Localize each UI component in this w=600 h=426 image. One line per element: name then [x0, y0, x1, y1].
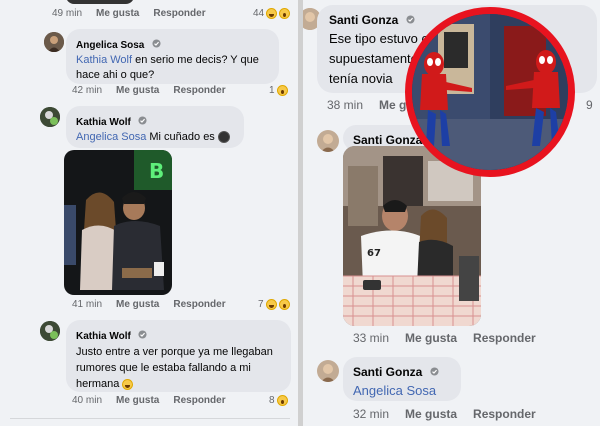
reply-button[interactable]: Responder: [153, 8, 205, 19]
spiderman-pointing-illustration: [412, 14, 568, 170]
comment-meta: 32 min Me gusta Responder: [353, 407, 536, 421]
comment-photo[interactable]: 67: [343, 146, 481, 326]
laugh-reaction-icon: [266, 8, 278, 19]
previous-comment-meta: 49 min Me gusta Responder: [52, 8, 206, 19]
verified-badge-icon: [430, 367, 439, 376]
comment-meta: 33 min Me gusta Responder: [353, 331, 536, 345]
mention-link[interactable]: Angelica Sosa: [353, 381, 451, 401]
like-button[interactable]: Me gusta: [116, 85, 159, 96]
svg-text:B: B: [149, 159, 164, 183]
like-button[interactable]: Me gusta: [116, 299, 159, 310]
left-comment-thread: 49 min Me gusta Responder 44 Angelica So…: [0, 0, 298, 426]
comment-time: 49 min: [52, 8, 83, 19]
grin-emoji-icon: [122, 378, 134, 390]
avatar[interactable]: [44, 32, 64, 52]
avatar[interactable]: [40, 107, 60, 127]
mention-link[interactable]: Angelica Sosa: [76, 131, 146, 143]
laugh-reaction-icon: [265, 299, 277, 310]
like-button[interactable]: Me gusta: [405, 407, 457, 421]
comment-author[interactable]: Angelica Sosa: [76, 40, 144, 51]
comment-time: 33 min: [353, 331, 390, 345]
comment-time: 41 min: [72, 299, 103, 310]
comment-author[interactable]: Santi Gonza: [353, 133, 422, 147]
avatar[interactable]: [317, 130, 339, 152]
comment-text: Kathia Wolf en serio me decis? Y que hac…: [76, 54, 259, 81]
previous-comment-image-sliver: [66, 0, 134, 4]
comment-author[interactable]: Kathia Wolf: [76, 331, 131, 342]
comment-time: 38 min: [327, 98, 364, 112]
verified-badge-icon: [152, 39, 161, 48]
comment-meta: 42 min Me gusta Responder: [72, 85, 226, 96]
profile-photo: [40, 107, 60, 127]
comment-time: 40 min: [72, 395, 103, 406]
avatar[interactable]: [40, 321, 60, 341]
like-button[interactable]: Me gusta: [96, 8, 139, 19]
verified-badge-icon: [138, 330, 147, 339]
party-photo: B: [64, 150, 172, 295]
cool-emoji-icon: [217, 131, 230, 144]
comment-text: Angelica Sosa Mi cuñado es: [76, 130, 234, 145]
profile-photo: [40, 321, 60, 341]
reply-button[interactable]: Responder: [173, 85, 225, 96]
comment-bubble: Kathia Wolf Angelica Sosa Mi cuñado es: [66, 106, 244, 148]
couple-photo: 67: [343, 146, 481, 326]
like-button[interactable]: Me gusta: [116, 395, 159, 406]
reaction-count[interactable]: 9: [586, 98, 593, 112]
reply-button[interactable]: Responder: [173, 395, 225, 406]
wow-reaction-icon: [276, 395, 288, 406]
comment-time: 42 min: [72, 85, 103, 96]
reply-button[interactable]: Responder: [173, 299, 225, 310]
mention-link[interactable]: Kathia Wolf: [76, 54, 132, 66]
comment-author[interactable]: Kathia Wolf: [76, 117, 131, 128]
reaction-count[interactable]: 1: [269, 85, 288, 96]
comment-text: Justo entre a ver porque ya me llegaban …: [76, 346, 273, 390]
comment-author[interactable]: Santi Gonza: [353, 365, 422, 379]
like-button[interactable]: Me gusta: [405, 331, 457, 345]
comment-meta: 40 min Me gusta Responder: [72, 395, 226, 406]
comment-bubble: Kathia Wolf Justo entre a ver porque ya …: [66, 320, 291, 392]
comment-bubble: Angelica Sosa Kathia Wolf en serio me de…: [66, 29, 279, 84]
wow-reaction-icon: [276, 85, 288, 96]
reply-button[interactable]: Responder: [473, 407, 536, 421]
profile-photo: [317, 360, 339, 382]
reaction-count[interactable]: 44: [253, 8, 291, 19]
avatar[interactable]: [317, 360, 339, 382]
next-comment-sliver: [10, 418, 290, 426]
comment-photo[interactable]: B: [64, 150, 172, 295]
wow-reaction-icon: [279, 8, 291, 19]
comment-time: 32 min: [353, 407, 390, 421]
profile-photo: [44, 32, 64, 52]
wow-reaction-icon: [278, 299, 290, 310]
reaction-count[interactable]: 8: [269, 395, 288, 406]
profile-photo: [317, 130, 339, 152]
verified-badge-icon: [138, 116, 147, 125]
verified-badge-icon: [406, 15, 415, 24]
comment-author[interactable]: Santi Gonza: [329, 13, 398, 27]
svg-text:67: 67: [367, 248, 381, 259]
comment-meta: 41 min Me gusta Responder: [72, 299, 226, 310]
reply-button[interactable]: Responder: [473, 331, 536, 345]
spiderman-pointing-meme: [405, 7, 575, 177]
comment-bubble: Santi Gonza Angelica Sosa: [343, 357, 461, 401]
reaction-count[interactable]: 7: [258, 299, 290, 310]
